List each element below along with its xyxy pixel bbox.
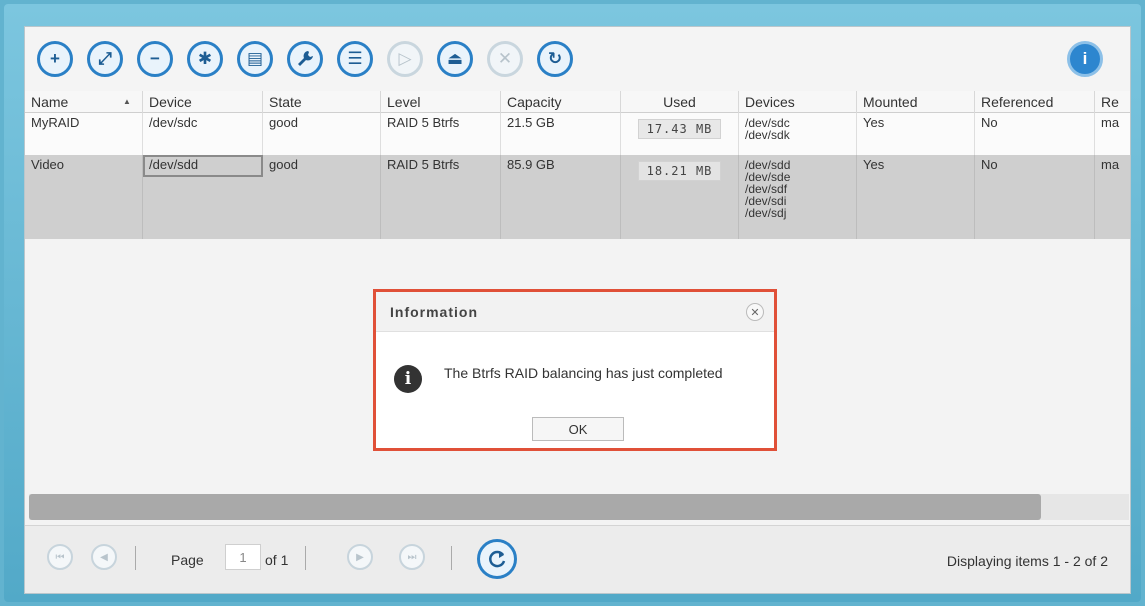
- refresh-button[interactable]: ↻: [537, 41, 573, 77]
- column-header-devices[interactable]: Devices: [739, 91, 857, 113]
- page-count-label: of 1: [265, 552, 289, 568]
- plus-icon: +: [50, 49, 60, 68]
- info-icon: i: [1082, 49, 1088, 68]
- pager-status: Displaying items 1 - 2 of 2: [946, 553, 1108, 569]
- cell-state: good: [263, 113, 381, 155]
- cell-referenced: No: [975, 155, 1095, 239]
- device-path: /dev/sdk: [745, 128, 790, 142]
- column-header-level[interactable]: Level: [381, 91, 501, 113]
- window-frame: + ⤢ − ✱ ▤ ☰ ▷ ⏏ ✕ ↻ i Name ▲ Device Stat…: [4, 4, 1141, 602]
- database-button[interactable]: ▤: [237, 41, 273, 77]
- cell-name: MyRAID: [25, 113, 143, 155]
- page-number-input[interactable]: [225, 544, 261, 570]
- column-header-device[interactable]: Device: [143, 91, 263, 113]
- cell-mounted: Yes: [857, 155, 975, 239]
- device-path: /dev/sdj: [745, 206, 787, 220]
- cell-level: RAID 5 Btrfs: [381, 155, 501, 239]
- puzzle-icon: ✱: [197, 49, 213, 68]
- refresh-icon: [489, 550, 506, 568]
- info-button[interactable]: i: [1067, 41, 1103, 77]
- first-page-icon: ⏮: [55, 551, 65, 563]
- dialog-title-bar[interactable]: Information ✕: [376, 292, 774, 332]
- page-label: Page: [171, 552, 204, 568]
- cell-device-selected[interactable]: /dev/sdd: [143, 155, 263, 177]
- cell-mounted: Yes: [857, 113, 975, 155]
- cell-capacity: 85.9 GB: [501, 155, 621, 239]
- column-header-mounted[interactable]: Mounted: [857, 91, 975, 113]
- cell-used: 17.43 MB: [621, 113, 739, 155]
- close-icon: ✕: [497, 49, 513, 68]
- minus-icon: −: [150, 49, 160, 68]
- cell-state: good: [263, 155, 381, 239]
- close-icon: ✕: [750, 306, 760, 319]
- prev-page-button[interactable]: ◀: [91, 544, 117, 570]
- table-row[interactable]: Video /dev/sdd good RAID 5 Btrfs 85.9 GB…: [25, 155, 1130, 239]
- cell-device: /dev/sdc: [143, 113, 263, 155]
- play-icon: ▷: [398, 49, 412, 68]
- remove-button[interactable]: −: [137, 41, 173, 77]
- prev-page-icon: ◀: [100, 551, 108, 563]
- next-page-button[interactable]: ▶: [347, 544, 373, 570]
- puzzle-button[interactable]: ✱: [187, 41, 223, 77]
- last-page-icon: ⏭: [407, 551, 417, 563]
- next-page-icon: ▶: [356, 551, 364, 563]
- list-button[interactable]: ☰: [337, 41, 373, 77]
- eject-button[interactable]: ⏏: [437, 41, 473, 77]
- dialog-message: The Btrfs RAID balancing has just comple…: [444, 365, 723, 381]
- cancel-button[interactable]: ✕: [487, 41, 523, 77]
- cell-level: RAID 5 Btrfs: [381, 113, 501, 155]
- cell-name: Video: [25, 155, 143, 239]
- play-button[interactable]: ▷: [387, 41, 423, 77]
- ok-button[interactable]: OK: [532, 417, 624, 441]
- refresh-icon: ↻: [547, 49, 563, 68]
- pager-refresh-button[interactable]: [477, 539, 517, 579]
- table-header: Name ▲ Device State Level Capacity Used …: [25, 91, 1130, 113]
- cell-used: 18.21 MB: [621, 155, 739, 239]
- raid-manager-panel: + ⤢ − ✱ ▤ ☰ ▷ ⏏ ✕ ↻ i Name ▲ Device Stat…: [24, 26, 1131, 594]
- cell-re: ma: [1101, 115, 1120, 130]
- horizontal-scrollbar[interactable]: [29, 494, 1129, 520]
- cell-devices: /dev/sdc /dev/sdk: [739, 113, 857, 155]
- scrollbar-thumb[interactable]: [29, 494, 1041, 520]
- pager-divider: [135, 546, 136, 570]
- add-button[interactable]: +: [37, 41, 73, 77]
- column-header-state[interactable]: State: [263, 91, 381, 113]
- column-header-referenced[interactable]: Referenced: [975, 91, 1095, 113]
- dialog-close-button[interactable]: ✕: [746, 303, 764, 321]
- pager-divider: [451, 546, 452, 570]
- cell-devices: /dev/sdd /dev/sde /dev/sdf /dev/sdi /dev…: [739, 155, 857, 239]
- first-page-button[interactable]: ⏮: [47, 544, 73, 570]
- column-header-name[interactable]: Name ▲: [25, 91, 143, 113]
- sort-ascending-icon: ▲: [123, 97, 131, 106]
- dialog-title: Information: [390, 304, 478, 320]
- cell-re: ma: [1101, 157, 1120, 172]
- table-row[interactable]: MyRAID /dev/sdc good RAID 5 Btrfs 21.5 G…: [25, 113, 1130, 155]
- column-header-used[interactable]: Used: [621, 91, 739, 113]
- cell-capacity: 21.5 GB: [501, 113, 621, 155]
- last-page-button[interactable]: ⏭: [399, 544, 425, 570]
- eject-icon: ⏏: [446, 49, 464, 68]
- pagination-bar: ⏮ ◀ Page of 1 ▶ ⏭ Displayin: [25, 525, 1130, 593]
- expand-icon: ⤢: [98, 49, 112, 68]
- toolbar: + ⤢ − ✱ ▤ ☰ ▷ ⏏ ✕ ↻ i: [25, 27, 1130, 91]
- info-icon: i: [394, 365, 422, 393]
- database-icon: ▤: [246, 49, 264, 68]
- cell-referenced: No: [975, 113, 1095, 155]
- column-header-capacity[interactable]: Capacity: [501, 91, 621, 113]
- column-header-re[interactable]: Re: [1095, 91, 1130, 113]
- used-value: 18.21 MB: [637, 161, 722, 181]
- list-icon: ☰: [347, 49, 363, 68]
- pager-divider: [305, 546, 306, 570]
- wrench-icon: [298, 51, 313, 66]
- wrench-button[interactable]: [287, 41, 323, 77]
- information-dialog: Information ✕ i The Btrfs RAID balancing…: [373, 289, 777, 451]
- used-value: 17.43 MB: [637, 119, 722, 139]
- expand-button[interactable]: ⤢: [87, 41, 123, 77]
